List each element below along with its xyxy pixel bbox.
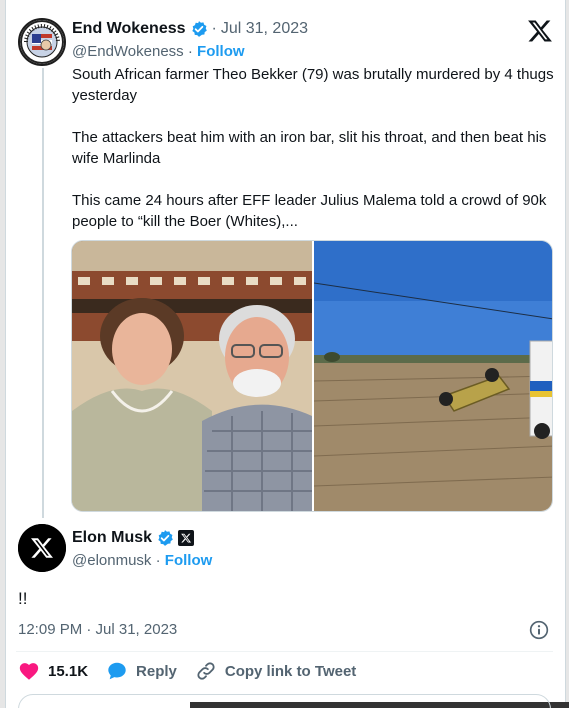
x-logo-avatar-icon (18, 524, 66, 572)
author-handle[interactable]: @EndWokeness (72, 43, 184, 60)
dot-separator: · (155, 552, 161, 569)
like-count: 15.1K (48, 662, 89, 680)
photo-overturned-car-icon (313, 241, 552, 511)
read-replies-pill[interactable] (18, 694, 551, 708)
reply-button[interactable]: Reply (106, 660, 177, 682)
author-name[interactable]: End Wokeness (72, 20, 186, 38)
follow-button[interactable]: Follow (197, 43, 245, 60)
tweet-paragraph: The attackers beat him with an iron bar,… (72, 129, 547, 167)
reply-bubble-icon (108, 662, 126, 680)
x-affiliate-badge-icon (178, 530, 195, 546)
window-frame-right (565, 0, 569, 708)
reply-author-handle[interactable]: @elonmusk (72, 552, 151, 569)
dot-separator: · (211, 20, 217, 37)
seal-logo-icon (20, 20, 64, 64)
reply-text: !! (18, 589, 28, 608)
info-icon[interactable] (529, 620, 549, 640)
like-button[interactable]: 15.1K (18, 660, 88, 682)
reply-author-name-row: Elon Musk (72, 529, 195, 547)
reply-author-name[interactable]: Elon Musk (72, 529, 152, 547)
photo-elderly-couple-icon (72, 241, 312, 511)
link-icon (197, 662, 215, 680)
x-logo-icon[interactable] (527, 18, 553, 44)
reply-follow-button[interactable]: Follow (165, 552, 213, 569)
dot-separator: · (187, 43, 193, 60)
heart-icon (19, 663, 39, 680)
window-frame-left (0, 0, 6, 708)
photo-elderly-couple[interactable] (72, 241, 312, 511)
copy-link-button[interactable]: Copy link to Tweet (195, 660, 356, 682)
tweet-date[interactable]: Jul 31, 2023 (221, 20, 308, 38)
reply-timestamp[interactable]: 12:09 PM · Jul 31, 2023 (18, 621, 177, 638)
verified-badge-icon (191, 21, 207, 37)
copy-link-label: Copy link to Tweet (224, 662, 357, 680)
tweet-media-grid (71, 240, 553, 512)
tweet-text: South African farmer Theo Bekker (79) wa… (72, 64, 557, 232)
divider (16, 651, 553, 652)
reply-handle-row: @elonmusk · Follow (72, 552, 212, 569)
action-bar: 15.1K Reply Copy link to Tweet (18, 660, 374, 682)
tweet-paragraph: This came 24 hours after EFF leader Juli… (72, 192, 547, 230)
reply-label: Reply (136, 662, 177, 680)
author-handle-row: @EndWokeness · Follow (72, 43, 245, 60)
verified-badge-icon (158, 530, 173, 546)
tweet-paragraph: South African farmer Theo Bekker (79) wa… (72, 66, 554, 104)
author-name-row: End Wokeness · Jul 31, 2023 (72, 20, 308, 38)
end-wokeness-avatar[interactable] (18, 18, 66, 66)
photo-overturned-car[interactable] (312, 241, 552, 511)
elon-musk-avatar[interactable] (18, 524, 66, 572)
thread-connector (42, 68, 44, 518)
